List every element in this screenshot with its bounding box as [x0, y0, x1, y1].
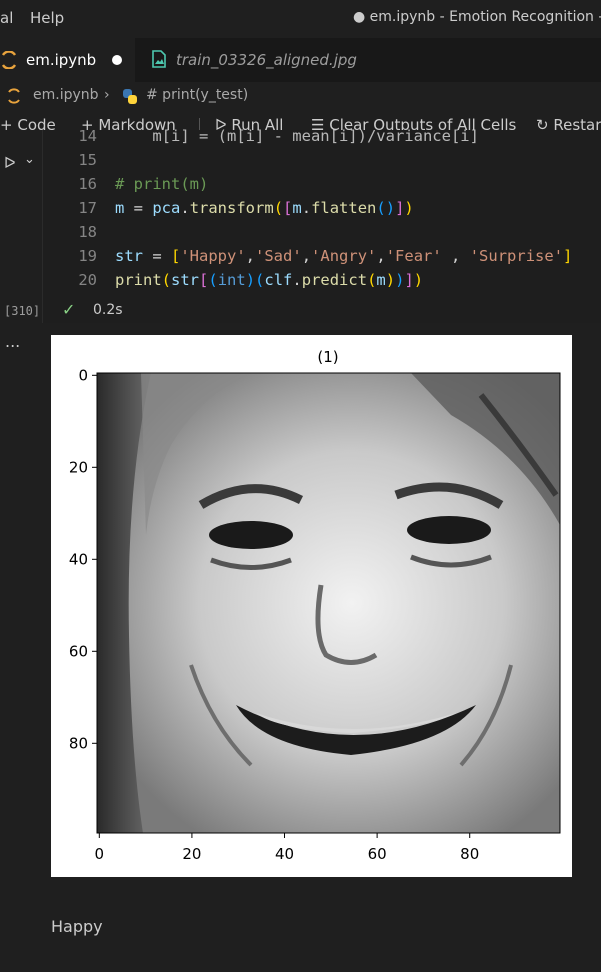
x-tick-label: 20 — [182, 845, 201, 863]
chevron-down-icon[interactable]: ⌄ — [24, 152, 35, 167]
tab-label: em.ipynb — [26, 51, 97, 69]
y-tick-label: 20 — [69, 458, 88, 476]
execution-time: 0.2s — [93, 302, 123, 318]
chevron-right-icon: › — [104, 87, 110, 103]
output-text: Happy — [51, 917, 103, 936]
code-line: 14 m[i] = (m[i] - mean[i])/variance[i] — [78, 127, 479, 145]
title-bar: al Help ● em.ipynb - Emotion Recognition… — [0, 0, 601, 38]
editor-tab-bar: em.ipynb train_03326_aligned.jpg — [0, 38, 601, 82]
run-cell-button[interactable]: ᐅ — [4, 154, 16, 172]
python-icon — [123, 89, 137, 104]
image-file-icon — [152, 50, 166, 68]
x-tick-label: 40 — [275, 845, 294, 863]
execution-count: [310] — [4, 304, 41, 318]
breadcrumb-file[interactable]: em.ipynb — [33, 87, 99, 103]
face-image — [97, 373, 560, 833]
tab-em-ipynb[interactable]: em.ipynb — [0, 38, 135, 82]
notebook-icon — [1, 51, 17, 69]
menu-item-help[interactable]: Help — [30, 9, 64, 27]
menu-item-terminal[interactable]: al — [0, 9, 13, 27]
breadcrumb-symbol[interactable]: # print(y_test) — [146, 87, 248, 103]
y-tick-label: 80 — [69, 734, 88, 752]
code-line: 17 m = pca.transform([m.flatten()]) — [78, 199, 414, 217]
x-tick-label: 80 — [460, 845, 479, 863]
highlighted-code: print(str[(int)(clf.predict(m))]) — [115, 271, 424, 289]
window-title: ● em.ipynb - Emotion Recognition - V — [353, 9, 601, 25]
tab-label: train_03326_aligned.jpg — [176, 51, 357, 69]
code-line: 16 # print(m) — [78, 175, 209, 193]
y-tick-label: 40 — [69, 550, 88, 568]
x-tick-label: 60 — [368, 845, 387, 863]
highlighted-code: str = ['Happy','Sad','Angry','Fear' , 'S… — [115, 247, 573, 265]
y-tick-label: 0 — [78, 366, 88, 384]
x-tick-label: 0 — [95, 845, 105, 863]
y-tick-label: 60 — [69, 642, 88, 660]
code-line: 19 str = ['Happy','Sad','Angry','Fear' ,… — [78, 247, 573, 265]
output-more-button[interactable]: ... — [5, 332, 20, 351]
output-figure: (1) 0 20 40 60 80 0 20 40 60 80 — [51, 335, 572, 877]
tab-train-image[interactable]: train_03326_aligned.jpg — [135, 38, 375, 82]
breadcrumb: em.ipynb › # print(y_test) — [0, 82, 601, 110]
figure-title: (1) — [317, 348, 338, 366]
notebook-icon — [8, 88, 20, 104]
code-line: 15 — [78, 151, 97, 169]
figure-plot: (1) 0 20 40 60 80 0 20 40 60 80 — [69, 348, 561, 863]
code-line: 18 — [78, 223, 97, 241]
code-line: 20 print(str[(int)(clf.predict(m))]) — [78, 271, 424, 289]
modified-dot-icon[interactable] — [112, 55, 122, 65]
code-cell[interactable]: 14 m[i] = (m[i] - mean[i])/variance[i] 1… — [42, 127, 601, 323]
plus-icon: + — [0, 116, 18, 134]
check-icon: ✓ — [62, 300, 76, 319]
highlighted-code: m = pca.transform([m.flatten()]) — [115, 199, 414, 217]
